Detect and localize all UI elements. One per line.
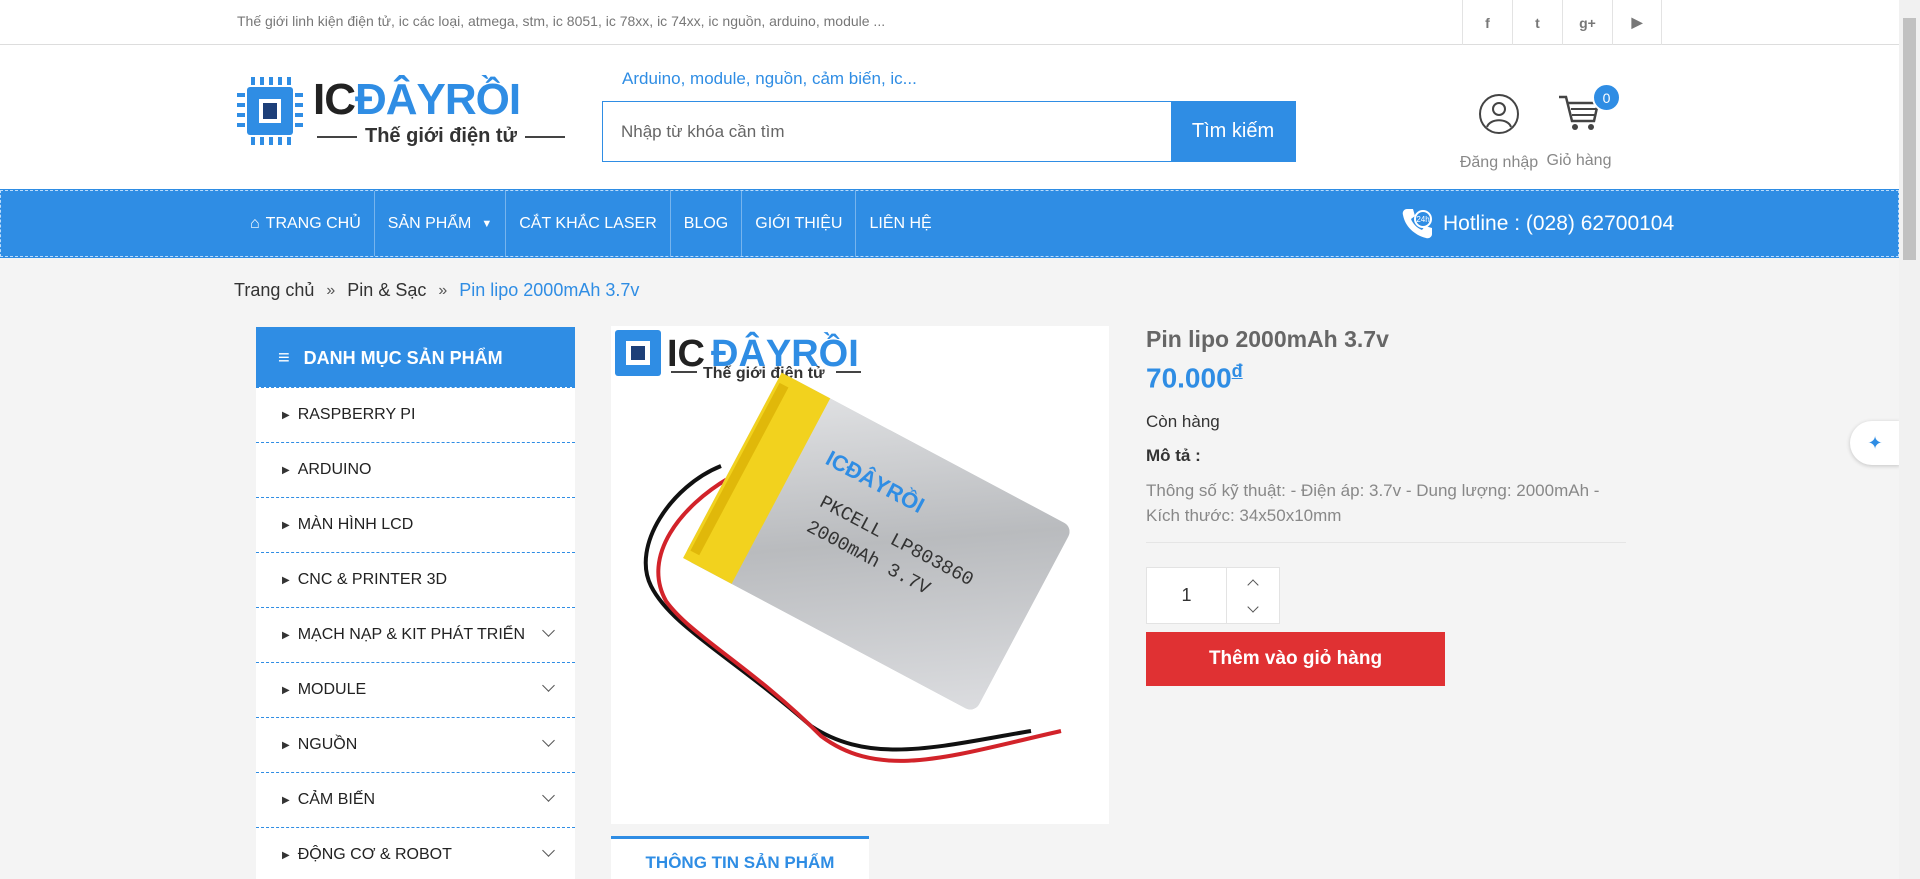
cart-label: Giỏ hàng bbox=[1546, 152, 1612, 169]
caret-right-icon: ▶ bbox=[282, 519, 290, 531]
nav-blog[interactable]: BLOG bbox=[671, 191, 743, 256]
nav-products[interactable]: SẢN PHẨM ▼ bbox=[375, 191, 507, 256]
login-link[interactable]: Đăng nhập bbox=[1455, 93, 1543, 172]
caret-right-icon: ▶ bbox=[282, 409, 290, 421]
category-item[interactable]: ▶ MẠCH NẠP & KIT PHÁT TRIỂN bbox=[256, 607, 575, 662]
category-item[interactable]: ▶ MODULE bbox=[256, 662, 575, 717]
svg-text:Thế giới điện tử: Thế giới điện tử bbox=[703, 365, 825, 382]
logo-subtitle: Thế giới điện tử bbox=[317, 125, 566, 148]
add-to-cart-button[interactable]: Thêm vào giỏ hàng bbox=[1146, 632, 1445, 686]
header: ICĐÂYRỒI Thế giới điện tử Arduino, modul… bbox=[0, 45, 1899, 190]
svg-text:24h: 24h bbox=[1416, 215, 1429, 224]
breadcrumb-home[interactable]: Trang chủ bbox=[234, 280, 314, 301]
chevron-down-icon[interactable] bbox=[542, 734, 555, 747]
chevron-down-icon[interactable] bbox=[1247, 600, 1259, 613]
caret-right-icon: ▶ bbox=[282, 684, 290, 696]
cart-link[interactable]: 0 Giỏ hàng bbox=[1543, 83, 1621, 170]
description-label: Mô tả : bbox=[1146, 446, 1201, 466]
facebook-icon[interactable]: f bbox=[1462, 0, 1512, 45]
hotline[interactable]: 24h Hotline : (028) 62700104 bbox=[1399, 205, 1674, 243]
google-plus-icon[interactable]: g+ bbox=[1562, 0, 1612, 45]
main-nav: ⌂ TRANG CHỦ SẢN PHẨM ▼ CẮT KHẮC LASER BLOG… bbox=[0, 189, 1900, 258]
quantity-input[interactable]: 1 bbox=[1147, 568, 1227, 623]
search-input[interactable] bbox=[603, 102, 1171, 161]
breadcrumb-category[interactable]: Pin & Sạc bbox=[347, 280, 426, 301]
category-item[interactable]: ▶ NGUỒN bbox=[256, 717, 575, 772]
search-bar: Tìm kiếm bbox=[602, 101, 1296, 162]
top-bar: Thế giới linh kiện điện tử, ic các loại,… bbox=[0, 0, 1899, 45]
category-item[interactable]: ▶ CNC & PRINTER 3D bbox=[256, 552, 575, 607]
breadcrumb-current: Pin lipo 2000mAh 3.7v bbox=[459, 280, 640, 300]
search-hint: Arduino, module, nguồn, cảm biến, ic... bbox=[622, 69, 917, 88]
category-header: ≡ DANH MỤC SẢN PHẨM bbox=[256, 327, 575, 387]
caret-down-icon: ▼ bbox=[481, 217, 493, 230]
logo-wordmark: ICĐÂYRỒI bbox=[313, 75, 521, 124]
chat-widget-icon[interactable]: ✦ bbox=[1850, 421, 1900, 465]
scrollbar-thumb[interactable] bbox=[1903, 18, 1916, 260]
category-item[interactable]: ▶ ĐỘNG CƠ & ROBOT bbox=[256, 827, 575, 879]
product-info: Pin lipo 2000mAh 3.7v 70.000đ Còn hàng M… bbox=[1146, 326, 1626, 544]
chevron-down-icon[interactable] bbox=[542, 624, 555, 637]
image-watermark-logo: IC ĐÂYRỒI Thế giới điện tử bbox=[615, 330, 861, 382]
nav-laser[interactable]: CẮT KHẮC LASER bbox=[506, 191, 671, 256]
caret-right-icon: ▶ bbox=[282, 629, 290, 641]
product-image[interactable]: IC ĐÂYRỒI Thế giới điện tử PKCELL LP8038… bbox=[611, 326, 1109, 824]
category-item[interactable]: ▶ MÀN HÌNH LCD bbox=[256, 497, 575, 552]
caret-right-icon: ▶ bbox=[282, 849, 290, 861]
category-item[interactable]: ▶ CẢM BIẾN bbox=[256, 772, 575, 827]
caret-right-icon: ▶ bbox=[282, 574, 290, 586]
cart-count-badge: 0 bbox=[1592, 83, 1621, 112]
quantity-stepper: 1 bbox=[1146, 567, 1280, 624]
phone-24h-icon: 24h bbox=[1402, 209, 1432, 239]
chip-logo-icon bbox=[237, 77, 303, 145]
scrollbar[interactable] bbox=[1899, 0, 1920, 879]
user-icon bbox=[1479, 94, 1519, 134]
stock-status: Còn hàng bbox=[1146, 412, 1220, 432]
category-item[interactable]: ▶ ARDUINO bbox=[256, 442, 575, 497]
svg-text:IC: IC bbox=[667, 333, 705, 375]
chevron-up-icon[interactable] bbox=[1247, 578, 1259, 591]
chevron-down-icon[interactable] bbox=[542, 844, 555, 857]
menu-icon: ≡ bbox=[278, 346, 290, 369]
chevron-down-icon[interactable] bbox=[542, 789, 555, 802]
breadcrumb: Trang chủ » Pin & Sạc » Pin lipo 2000mAh… bbox=[234, 280, 639, 301]
category-item[interactable]: ▶ RASPBERRY PI bbox=[256, 387, 575, 442]
youtube-icon[interactable]: ▶ bbox=[1612, 0, 1662, 45]
site-tagline: Thế giới linh kiện điện tử, ic các loại,… bbox=[237, 13, 886, 29]
social-links: f t g+ ▶ bbox=[1462, 0, 1662, 45]
caret-right-icon: ▶ bbox=[282, 794, 290, 806]
breadcrumb-separator-icon: » bbox=[438, 281, 448, 299]
home-icon: ⌂ bbox=[250, 214, 260, 232]
site-logo[interactable]: ICĐÂYRỒI Thế giới điện tử bbox=[235, 75, 566, 155]
caret-right-icon: ▶ bbox=[282, 464, 290, 476]
product-description: Thông số kỹ thuật: - Điện áp: 3.7v - Dun… bbox=[1146, 478, 1626, 544]
product-title: Pin lipo 2000mAh 3.7v bbox=[1146, 326, 1389, 352]
login-label: Đăng nhập bbox=[1459, 154, 1539, 171]
breadcrumb-separator-icon: » bbox=[326, 281, 336, 299]
chevron-down-icon[interactable] bbox=[542, 679, 555, 692]
nav-about[interactable]: GIỚI THIỆU bbox=[742, 191, 857, 256]
tab-product-info[interactable]: THÔNG TIN SẢN PHẨM bbox=[611, 836, 869, 879]
category-sidebar: ≡ DANH MỤC SẢN PHẨM ▶ RASPBERRY PI ▶ ARDUI… bbox=[256, 327, 575, 879]
product-price: 70.000đ bbox=[1146, 361, 1243, 394]
battery-image: IC ĐÂYRỒI Thế giới điện tử PKCELL LP8038… bbox=[615, 330, 1070, 763]
twitter-icon[interactable]: t bbox=[1512, 0, 1562, 45]
nav-contact[interactable]: LIÊN HỆ bbox=[856, 191, 944, 256]
nav-home[interactable]: ⌂ TRANG CHỦ bbox=[237, 191, 375, 256]
search-button[interactable]: Tìm kiếm bbox=[1171, 102, 1295, 161]
caret-right-icon: ▶ bbox=[282, 739, 290, 751]
